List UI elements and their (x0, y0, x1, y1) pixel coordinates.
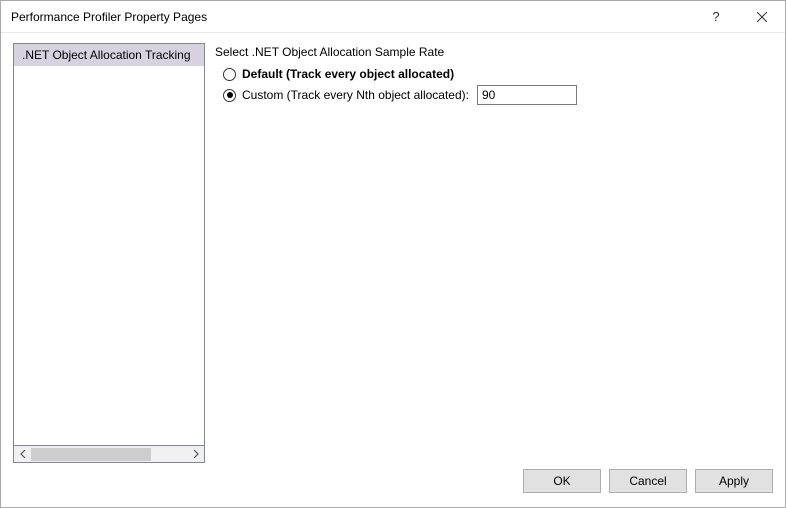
chevron-right-icon (193, 450, 199, 458)
scroll-left-button[interactable] (14, 447, 31, 462)
scroll-right-button[interactable] (187, 447, 204, 462)
window-title: Performance Profiler Property Pages (11, 10, 693, 24)
category-list[interactable]: .NET Object Allocation Tracking (13, 43, 205, 446)
dialog-footer: OK Cancel Apply (1, 463, 785, 507)
scroll-track[interactable] (31, 447, 187, 462)
section-heading: Select .NET Object Allocation Sample Rat… (215, 45, 773, 59)
option-custom-label: Custom (Track every Nth object allocated… (242, 88, 469, 102)
titlebar: Performance Profiler Property Pages ? (1, 1, 785, 33)
scroll-thumb[interactable] (31, 448, 151, 461)
help-button[interactable]: ? (693, 1, 739, 33)
dialog-window: Performance Profiler Property Pages ? .N… (0, 0, 786, 508)
custom-value-input[interactable] (477, 85, 577, 105)
chevron-left-icon (20, 450, 26, 458)
option-default-row[interactable]: Default (Track every object allocated) (223, 67, 773, 81)
sidebar-item-net-allocation[interactable]: .NET Object Allocation Tracking (14, 44, 204, 66)
radio-custom[interactable] (223, 89, 236, 102)
option-custom-row[interactable]: Custom (Track every Nth object allocated… (223, 85, 773, 105)
main-panel: Select .NET Object Allocation Sample Rat… (215, 43, 773, 463)
ok-button[interactable]: OK (523, 469, 601, 493)
apply-button[interactable]: Apply (695, 469, 773, 493)
option-default-label: Default (Track every object allocated) (242, 67, 454, 81)
cancel-button[interactable]: Cancel (609, 469, 687, 493)
close-icon (757, 12, 767, 22)
horizontal-scrollbar[interactable] (13, 446, 205, 463)
sidebar-container: .NET Object Allocation Tracking (13, 43, 205, 463)
sidebar-item-label: .NET Object Allocation Tracking (22, 48, 191, 62)
close-button[interactable] (739, 1, 785, 33)
content-area: .NET Object Allocation Tracking Select .… (1, 33, 785, 463)
radio-default[interactable] (223, 68, 236, 81)
